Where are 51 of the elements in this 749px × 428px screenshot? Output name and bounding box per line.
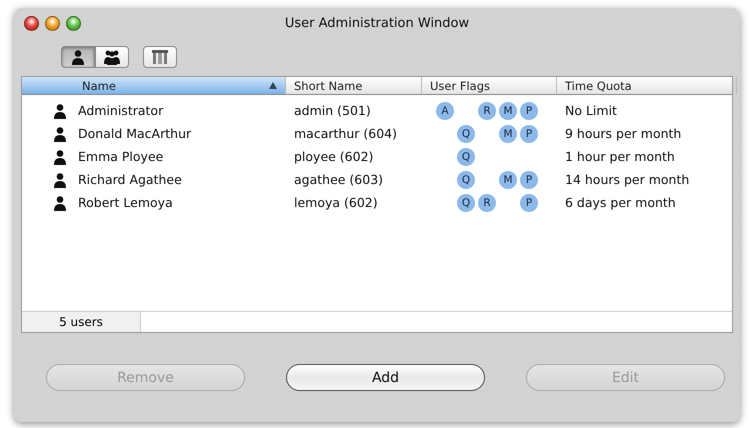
- user-name: Donald MacArthur: [78, 126, 192, 141]
- flag-badge: Q: [457, 148, 475, 166]
- short-name: lemoya (602): [293, 195, 379, 210]
- window-title: User Administration Window: [284, 16, 470, 30]
- time-quota: 1 hour per month: [564, 149, 676, 164]
- flag-badge: P: [520, 170, 538, 188]
- group-icon: [104, 49, 120, 65]
- close-button[interactable]: [24, 16, 39, 30]
- flag-badge: M: [499, 170, 517, 188]
- short-name: admin (501): [293, 103, 372, 118]
- flag-badge: Q: [457, 124, 475, 142]
- person-icon: [52, 172, 68, 188]
- flag-badge: P: [520, 124, 538, 142]
- flag-badge: M: [499, 124, 517, 142]
- person-icon: [52, 194, 68, 210]
- person-icon: [52, 148, 68, 164]
- flag-badge: M: [499, 102, 517, 120]
- user-count: 5 users: [22, 312, 141, 332]
- flag-badge: P: [520, 102, 538, 120]
- column-header[interactable]: Name: [22, 77, 286, 94]
- short-name: macarthur (604): [293, 126, 398, 141]
- flag-badge: R: [478, 102, 496, 120]
- user-name: Administrator: [78, 103, 164, 118]
- column-header[interactable]: Short Name: [286, 77, 422, 94]
- group-view-button[interactable]: [95, 46, 129, 68]
- flag-badge: Q: [457, 170, 475, 188]
- flag-badge: R: [478, 194, 496, 212]
- zoom-button[interactable]: [66, 16, 81, 30]
- person-icon: [52, 102, 68, 118]
- user-view-button[interactable]: [61, 46, 95, 68]
- columns-icon: [152, 50, 168, 64]
- person-icon: [70, 49, 86, 65]
- column-header[interactable]: User Flags: [422, 77, 557, 94]
- time-quota: 9 hours per month: [564, 126, 682, 141]
- user-name: Richard Agathee: [78, 172, 182, 187]
- time-quota: 14 hours per month: [564, 172, 690, 187]
- short-name: ployee (602): [293, 149, 374, 164]
- user-name: Emma Ployee: [78, 149, 164, 164]
- person-icon: [52, 126, 68, 142]
- sort-arrow-icon: [269, 82, 277, 89]
- columns-button[interactable]: [143, 46, 177, 68]
- time-quota: No Limit: [564, 103, 618, 118]
- minimize-button[interactable]: [45, 16, 60, 30]
- user-name: Robert Lemoya: [78, 195, 173, 210]
- push-button[interactable]: Add: [286, 364, 485, 391]
- flag-badge: P: [520, 194, 538, 212]
- flag-badge: Q: [457, 194, 475, 212]
- short-name: agathee (603): [293, 172, 384, 187]
- column-header[interactable]: Time Quota: [557, 77, 737, 94]
- flag-badge: A: [436, 102, 454, 120]
- time-quota: 6 days per month: [564, 195, 677, 210]
